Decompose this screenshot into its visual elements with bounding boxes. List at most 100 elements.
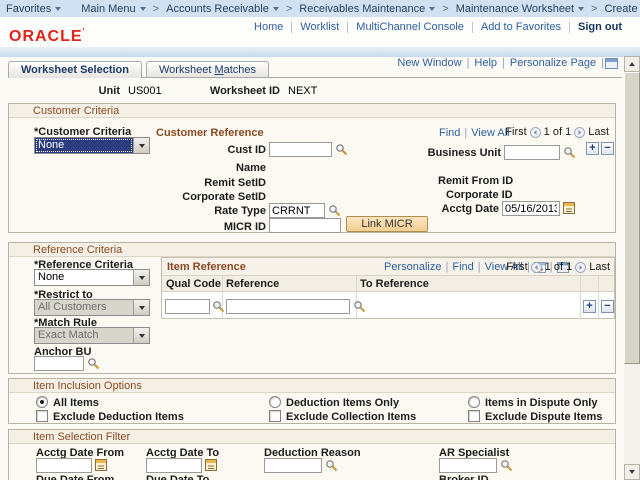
exclude-deduction-items-checkbox[interactable] xyxy=(36,410,48,422)
anchor-bu-lookup-icon[interactable] xyxy=(87,357,100,370)
tab-worksheet-selection[interactable]: Worksheet Selection xyxy=(8,61,142,78)
acctg-date-to-input[interactable] xyxy=(146,458,202,473)
items-in-dispute-only-label: Items in Dispute Only xyxy=(485,397,597,409)
acctg-date-calendar-icon[interactable] xyxy=(563,201,575,214)
help-link[interactable]: Help xyxy=(470,57,501,69)
cust-id-input[interactable] xyxy=(269,142,332,157)
item-reference-grid-header: Item Reference Personalize | Find | View… xyxy=(162,258,614,276)
breadcrumb-separator: > xyxy=(590,3,598,15)
previous-row-icon[interactable] xyxy=(530,127,541,138)
ar-specialist-input[interactable] xyxy=(439,458,497,473)
nav-link-multichannel-console[interactable]: MultiChannel Console xyxy=(348,21,472,33)
deduction-items-only-label: Deduction Items Only xyxy=(286,397,399,409)
pager-last-label: Last xyxy=(589,261,610,273)
radio-group-dispute-only: Items in Dispute Only xyxy=(468,396,597,409)
grid-divider xyxy=(580,276,581,319)
customer-criteria-dropdown[interactable]: None xyxy=(34,137,150,154)
cust-id-lookup-icon[interactable] xyxy=(335,143,348,156)
all-items-radio[interactable] xyxy=(36,396,48,408)
acctg-date-from-input[interactable] xyxy=(36,458,92,473)
personalize-page-link[interactable]: Personalize Page xyxy=(506,57,600,69)
sign-out-link[interactable]: Sign out xyxy=(570,21,626,33)
reference-criteria-dropdown[interactable]: None xyxy=(34,269,150,286)
exclude-dispute-items-label: Exclude Dispute Items xyxy=(485,411,602,423)
delete-row-button[interactable]: − xyxy=(601,142,614,155)
dropdown-caret-icon xyxy=(273,7,279,11)
breadcrumb-item-main-menu[interactable]: Main Menu xyxy=(75,3,151,15)
next-row-icon[interactable] xyxy=(574,127,585,138)
add-row-button[interactable]: + xyxy=(586,142,599,155)
anchor-bu-input[interactable] xyxy=(34,356,84,371)
personalize-window-icon[interactable] xyxy=(605,58,618,69)
view-all-link[interactable]: View All xyxy=(471,127,509,139)
nav-link-worklist[interactable]: Worklist xyxy=(292,21,347,33)
link-micr-button[interactable]: Link MICR xyxy=(346,216,428,232)
qual-code-lookup-icon[interactable] xyxy=(212,300,225,313)
due-date-from-label: Due Date From xyxy=(36,474,114,480)
customer-criteria-dropdown-value: None xyxy=(35,138,133,153)
ar-specialist-lookup-icon[interactable] xyxy=(500,459,513,472)
breadcrumb-item-create-worksheet[interactable]: Create Worksheet xyxy=(599,3,640,15)
column-header-to-reference: To Reference xyxy=(360,278,429,290)
item-inclusion-title: Item Inclusion Options xyxy=(9,379,615,393)
add-row-button[interactable]: + xyxy=(583,300,596,313)
rate-type-lookup-icon[interactable] xyxy=(328,204,341,217)
items-in-dispute-only-radio[interactable] xyxy=(468,396,480,408)
business-unit-lookup-icon[interactable] xyxy=(563,146,576,159)
breadcrumb: Favorites Main Menu > Accounts Receivabl… xyxy=(0,0,640,18)
previous-row-icon[interactable] xyxy=(531,262,542,273)
reference-input[interactable] xyxy=(226,299,350,314)
breadcrumb-item-maintenance-worksheet[interactable]: Maintenance Worksheet xyxy=(450,3,590,15)
breadcrumb-item-receivables-maintenance[interactable]: Receivables Maintenance xyxy=(293,3,441,15)
page: Favorites Main Menu > Accounts Receivabl… xyxy=(0,0,640,480)
acctg-date-from-calendar-icon[interactable] xyxy=(95,458,107,471)
business-unit-input[interactable] xyxy=(504,145,560,160)
dropdown-arrow-icon xyxy=(133,138,149,153)
acctg-date-to-calendar-icon[interactable] xyxy=(205,458,217,471)
nav-link-add-to-favorites[interactable]: Add to Favorites xyxy=(473,21,569,33)
due-date-to-label: Due Date To xyxy=(146,474,209,480)
radio-group-all-items: All Items xyxy=(36,396,99,409)
dropdown-caret-icon xyxy=(578,7,584,11)
unit-value: US001 xyxy=(128,85,162,97)
new-window-link[interactable]: New Window xyxy=(393,57,465,69)
pager-first-label: First xyxy=(505,126,526,138)
breadcrumb-separator: > xyxy=(441,3,449,15)
pager-first-label: First xyxy=(506,261,527,273)
personalize-link[interactable]: Personalize xyxy=(384,261,441,273)
acctg-date-input[interactable] xyxy=(502,201,560,216)
find-link[interactable]: Find xyxy=(452,261,473,273)
pager-count: 1 of 1 xyxy=(544,126,572,138)
customer-reference-pager: First 1 of 1 Last xyxy=(505,126,609,138)
exclude-dispute-items-checkbox[interactable] xyxy=(468,410,480,422)
nav-link-home[interactable]: Home xyxy=(246,21,291,33)
reference-criteria-groupbox: Reference Criteria *Reference Criteria N… xyxy=(8,242,616,374)
exclude-collection-items-label: Exclude Collection Items xyxy=(286,411,416,423)
breadcrumb-item-accounts-receivable[interactable]: Accounts Receivable xyxy=(160,3,285,15)
match-rule-dropdown-value: Exact Match xyxy=(35,328,133,343)
next-row-icon[interactable] xyxy=(575,262,586,273)
delete-row-button[interactable]: − xyxy=(601,300,614,313)
separator: | xyxy=(463,127,468,139)
scrollbar-up-button[interactable] xyxy=(624,56,640,72)
scrollbar-thumb[interactable] xyxy=(624,72,640,364)
qual-code-input[interactable] xyxy=(165,299,210,314)
rate-type-input[interactable] xyxy=(269,203,325,218)
tab-worksheet-matches[interactable]: Worksheet Matches xyxy=(146,61,269,77)
dropdown-caret-icon xyxy=(55,7,61,11)
deduction-reason-lookup-icon[interactable] xyxy=(325,459,338,472)
exclude-collection-items-checkbox[interactable] xyxy=(269,410,281,422)
header: Home Worklist MultiChannel Console Add t… xyxy=(0,17,640,47)
scrollbar-down-button[interactable] xyxy=(624,464,640,480)
find-link[interactable]: Find xyxy=(439,127,460,139)
dropdown-caret-icon xyxy=(429,7,435,11)
micr-id-label: MICR ID xyxy=(186,221,266,233)
scroll-up-icon xyxy=(629,62,635,66)
deduction-reason-input[interactable] xyxy=(264,458,322,473)
favorites-menu[interactable]: Favorites xyxy=(0,3,67,15)
separator: | xyxy=(477,261,482,273)
reference-lookup-icon[interactable] xyxy=(353,300,366,313)
reference-criteria-title: Reference Criteria xyxy=(9,243,615,257)
micr-id-input[interactable] xyxy=(269,218,341,233)
deduction-items-only-radio[interactable] xyxy=(269,396,281,408)
